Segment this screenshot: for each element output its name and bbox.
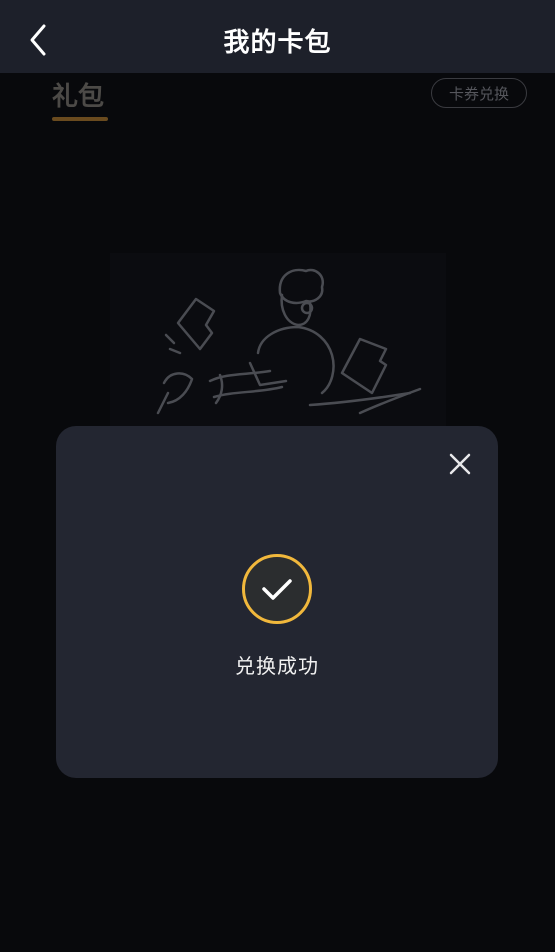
success-badge — [242, 554, 312, 624]
page-title: 我的卡包 — [223, 28, 332, 58]
redeem-coupon-button[interactable]: 卡券兑换 — [431, 78, 527, 108]
check-icon — [262, 579, 292, 600]
close-icon — [449, 453, 471, 475]
redeem-success-dialog: 兑换成功 — [56, 426, 498, 778]
close-button[interactable] — [446, 450, 474, 478]
screen: 我的卡包 礼包 卡券兑换 兑换成功 — [0, 0, 555, 952]
tab-gift[interactable]: 礼包 — [52, 76, 104, 113]
empty-state-illustration — [110, 253, 446, 433]
nav-bar: 我的卡包 — [0, 0, 555, 73]
success-message: 兑换成功 — [235, 654, 319, 678]
tab-active-indicator — [52, 117, 108, 121]
person-with-tickets-illustration — [156, 268, 422, 415]
